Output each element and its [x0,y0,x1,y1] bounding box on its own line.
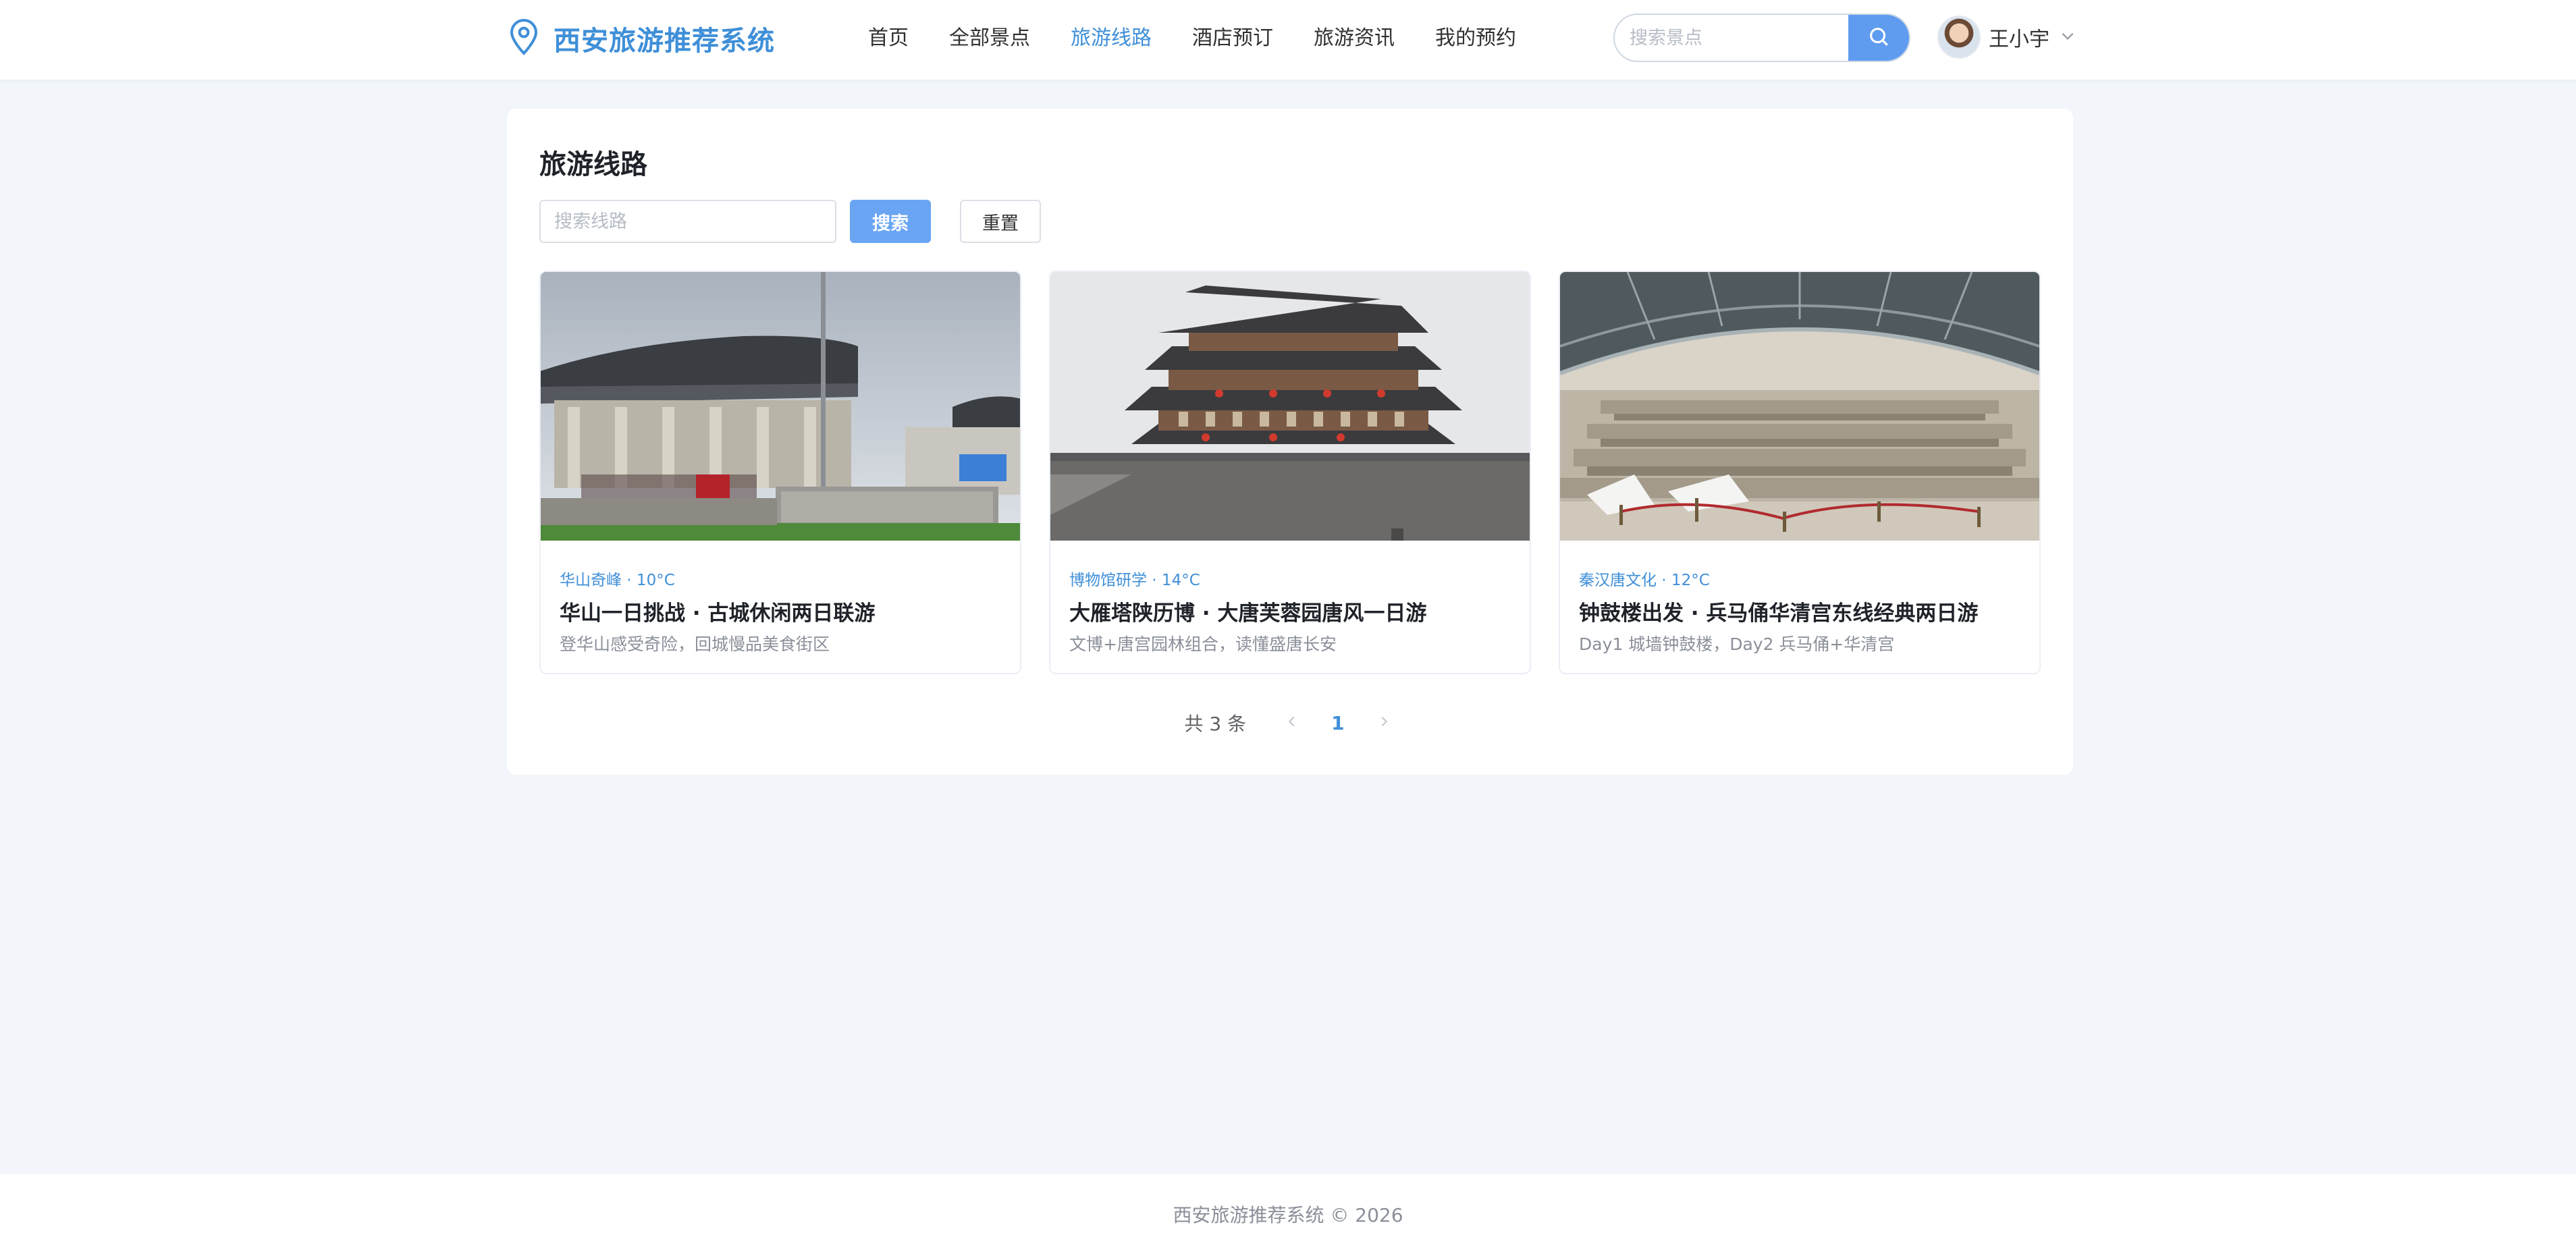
pagination-page-current[interactable]: 1 [1331,712,1344,734]
chevron-right-icon [1376,714,1391,732]
route-image-terracotta [1560,272,2039,541]
route-tag: 博物馆研学 · 14°C [1069,572,1200,589]
route-desc: 登华山感受奇险，回城慢品美食街区 [560,634,830,654]
brand-name: 西安旅游推荐系统 [554,26,775,57]
nav-item-hotel-booking[interactable]: 酒店预订 [1192,22,1273,55]
route-card[interactable]: 华山奇峰 · 10°C 华山一日挑战 · 古城休闲两日联游 登华山感受奇险，回城… [539,271,1021,674]
page-title: 旅游线路 [539,149,647,180]
header-search-button[interactable] [1848,15,1909,61]
route-search-input[interactable] [539,200,836,243]
page-footer: 西安旅游推荐系统 © 2026 [0,1173,2576,1254]
route-tag: 华山奇峰 · 10°C [560,572,675,589]
route-desc: Day1 城墙钟鼓楼，Day2 兵马俑+华清宫 [1579,634,1895,654]
pagination: 共 3 条 1 [507,706,2073,740]
reset-button[interactable]: 重置 [960,200,1041,243]
main-nav: 首页 全部景点 旅游线路 酒店预订 旅游资讯 我的预约 [868,22,1557,55]
location-pin-icon [508,18,540,59]
nav-item-travel-routes[interactable]: 旅游线路 [1071,22,1152,55]
nav-item-home[interactable]: 首页 [868,22,909,55]
routes-panel: 旅游线路 搜索 重置 [507,109,2073,775]
user-menu[interactable]: 王小宇 [1937,15,2076,59]
route-card-list: 华山奇峰 · 10°C 华山一日挑战 · 古城休闲两日联游 登华山感受奇险，回城… [539,271,2041,676]
header-search-box [1613,13,1910,62]
avatar [1937,16,1981,59]
nav-item-all-attractions[interactable]: 全部景点 [949,22,1030,55]
pagination-prev[interactable] [1280,711,1304,735]
route-title: 钟鼓楼出发 · 兵马俑华清宫东线经典两日游 [1579,601,1979,626]
route-card[interactable]: 博物馆研学 · 14°C 大雁塔陕历博 · 大唐芙蓉园唐风一日游 文博+唐宫园林… [1049,271,1531,674]
brand-logo[interactable]: 西安旅游推荐系统 [508,18,775,59]
search-icon [1867,25,1890,51]
footer-copyright: 西安旅游推荐系统 © 2026 [1173,1204,1403,1226]
pagination-next[interactable] [1372,711,1396,735]
pagination-total: 共 3 条 [1184,713,1247,735]
route-desc: 文博+唐宫园林组合，读懂盛唐长安 [1069,634,1337,654]
route-image-city-gate [1050,272,1530,541]
top-header: 西安旅游推荐系统 首页 全部景点 旅游线路 酒店预订 旅游资讯 我的预约 王小宇 [0,0,2576,80]
search-button[interactable]: 搜索 [850,200,931,243]
route-image-museum [541,272,1020,541]
nav-item-travel-news[interactable]: 旅游资讯 [1314,22,1395,55]
header-search-input[interactable] [1615,15,1850,61]
chevron-left-icon [1285,714,1299,732]
route-card[interactable]: 秦汉唐文化 · 12°C 钟鼓楼出发 · 兵马俑华清宫东线经典两日游 Day1 … [1559,271,2041,674]
route-title: 大雁塔陕历博 · 大唐芙蓉园唐风一日游 [1069,601,1427,626]
chevron-down-icon [2049,27,2076,47]
user-name: 王小宇 [1989,28,2049,51]
nav-item-my-reservations[interactable]: 我的预约 [1435,22,1516,55]
route-title: 华山一日挑战 · 古城休闲两日联游 [560,601,876,626]
route-tag: 秦汉唐文化 · 12°C [1579,572,1710,589]
